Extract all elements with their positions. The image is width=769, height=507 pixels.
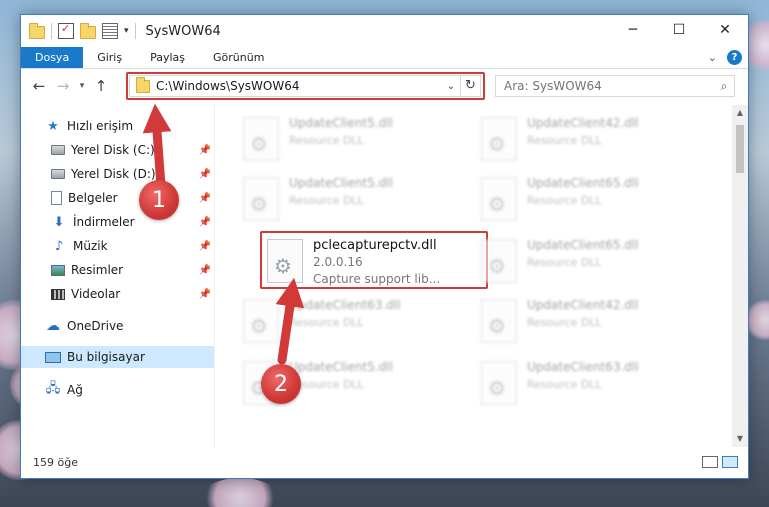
arrow-to-address-bar [142,103,172,191]
arrow-to-dll-file [275,277,305,365]
callout-arrows [142,103,305,365]
step-1-badge: 1 [139,180,179,220]
step-2-badge: 2 [261,364,301,404]
